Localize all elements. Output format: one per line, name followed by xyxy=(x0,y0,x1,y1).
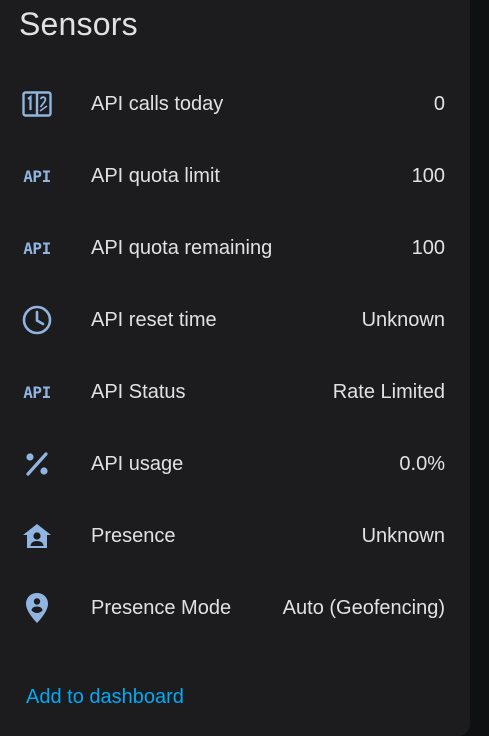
sensor-value: Unknown xyxy=(361,308,445,331)
card-title: Sensors xyxy=(19,6,138,42)
sensor-row-api-reset-time[interactable]: API reset time Unknown xyxy=(0,284,470,356)
api-icon: API xyxy=(23,238,51,258)
sensor-label: API quota limit xyxy=(91,164,220,187)
home-account-icon xyxy=(21,520,53,552)
sensor-label: API quota remaining xyxy=(91,236,273,259)
sensor-value: Auto (Geofencing) xyxy=(282,596,445,619)
sensors-card: Sensors API calls today 0 API API quota … xyxy=(0,0,470,736)
sensor-label: Presence Mode xyxy=(91,596,232,619)
sensor-list: API calls today 0 API API quota limit 10… xyxy=(0,68,470,644)
sensor-row-api-usage[interactable]: API usage 0.0% xyxy=(0,428,470,500)
map-marker-account-icon xyxy=(21,592,53,624)
sensor-row-api-quota-remaining[interactable]: API API quota remaining 100 xyxy=(0,212,470,284)
sensor-label: API calls today xyxy=(91,92,224,115)
sensor-label: API reset time xyxy=(91,308,217,331)
sensor-row-api-calls-today[interactable]: API calls today 0 xyxy=(0,68,470,140)
sensor-row-api-status[interactable]: API API Status Rate Limited xyxy=(0,356,470,428)
api-icon: API xyxy=(23,166,51,186)
percent-icon xyxy=(21,448,53,480)
sensor-value: 0 xyxy=(433,92,445,115)
sensor-row-presence-mode[interactable]: Presence Mode Auto (Geofencing) xyxy=(0,572,470,644)
sensor-value: 100 xyxy=(411,236,445,259)
sensor-row-presence[interactable]: Presence Unknown xyxy=(0,500,470,572)
api-icon: API xyxy=(23,382,51,402)
sensor-value: Unknown xyxy=(361,524,445,547)
clock-icon xyxy=(21,304,53,336)
counter-icon xyxy=(21,88,53,120)
sensor-label: API Status xyxy=(91,380,186,403)
add-to-dashboard-link[interactable]: Add to dashboard xyxy=(26,686,184,709)
sensor-row-api-quota-limit[interactable]: API API quota limit 100 xyxy=(0,140,470,212)
sensor-value: Rate Limited xyxy=(332,380,445,403)
sensor-label: API usage xyxy=(91,452,184,475)
sensor-value: 0.0% xyxy=(399,452,445,475)
sensor-label: Presence xyxy=(91,524,176,547)
sensor-value: 100 xyxy=(411,164,445,187)
